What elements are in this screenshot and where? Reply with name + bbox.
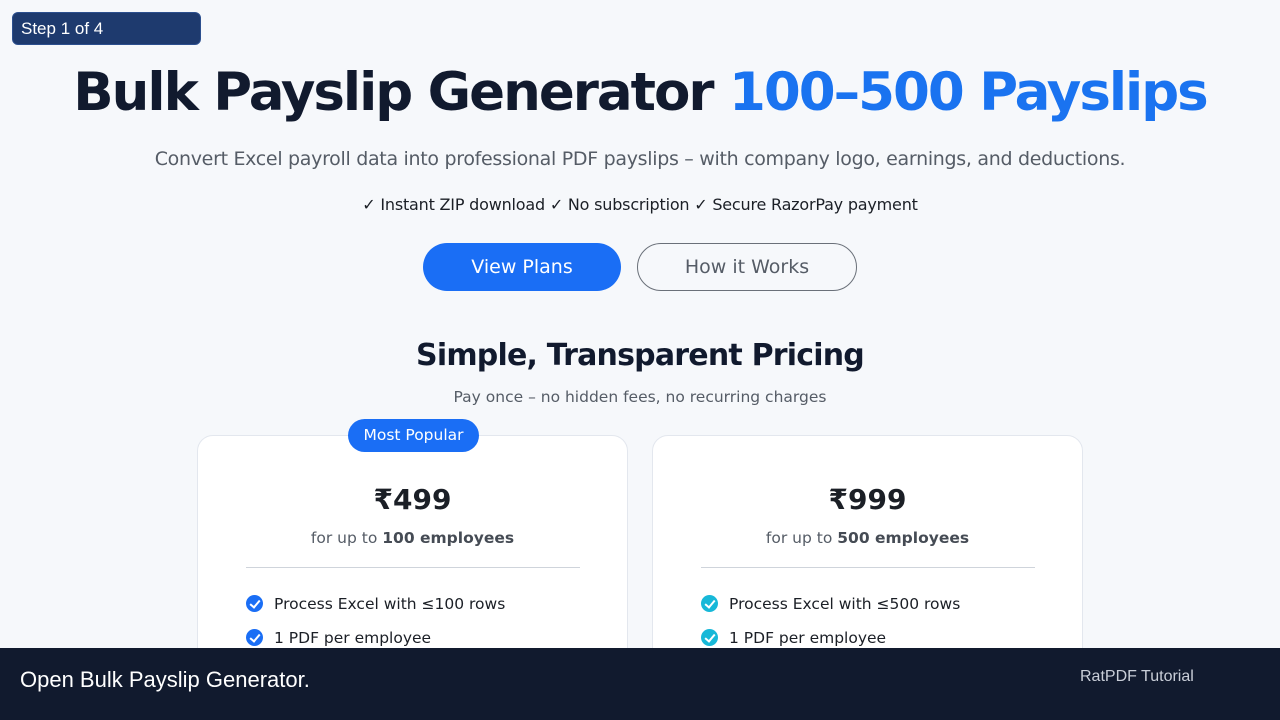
- check-circle-icon: [701, 629, 718, 646]
- plan-feature: Process Excel with ≤100 rows: [246, 595, 505, 615]
- check-circle-icon: [701, 595, 718, 612]
- hero-benefits: ✓ Instant ZIP download ✓ No subscription…: [362, 195, 918, 214]
- tutorial-caption: Open Bulk Payslip Generator.: [20, 667, 310, 692]
- plan-capacity-count: 500 employees: [837, 529, 970, 547]
- plan-feature-label: 1 PDF per employee: [274, 629, 432, 647]
- plan-price: ₹499: [373, 483, 452, 516]
- plan-feature-label: Process Excel with ≤500 rows: [729, 595, 961, 613]
- check-circle-icon: [246, 629, 263, 646]
- plan-feature: 1 PDF per employee: [246, 629, 431, 649]
- plan-feature: Process Excel with ≤500 rows: [701, 595, 960, 615]
- card-divider: [246, 567, 580, 568]
- step-indicator: Step 1 of 4: [12, 12, 201, 45]
- plan-capacity: for up to 100 employees: [198, 529, 627, 547]
- plan-feature: 1 PDF per employee: [701, 629, 886, 649]
- plan-capacity-prefix: for up to: [765, 529, 838, 547]
- hero-subtitle: Convert Excel payroll data into professi…: [154, 148, 1126, 170]
- hero-title-accent: 100–500 Payslips: [729, 62, 1209, 123]
- hero-title: Bulk Payslip Generator 100–500 Payslips: [0, 62, 1280, 123]
- card-divider: [701, 567, 1035, 568]
- plan-capacity-prefix: for up to: [310, 529, 383, 547]
- tutorial-brand: RatPDF Tutorial: [1080, 668, 1194, 685]
- most-popular-badge: Most Popular: [348, 419, 479, 452]
- plan-capacity: for up to 500 employees: [653, 529, 1082, 547]
- hero-title-main: Bulk Payslip Generator: [73, 62, 714, 123]
- pricing-subtitle: Pay once – no hidden fees, no recurring …: [453, 388, 827, 406]
- view-plans-button[interactable]: View Plans: [423, 243, 621, 291]
- plan-feature-label: Process Excel with ≤100 rows: [274, 595, 506, 613]
- how-it-works-button[interactable]: How it Works: [637, 243, 857, 291]
- plan-feature-label: 1 PDF per employee: [729, 629, 887, 647]
- tutorial-caption-bar: Open Bulk Payslip Generator. RatPDF Tuto…: [0, 648, 1280, 720]
- plan-capacity-count: 100 employees: [382, 529, 515, 547]
- pricing-title: Simple, Transparent Pricing: [416, 338, 865, 373]
- check-circle-icon: [246, 595, 263, 612]
- plan-price: ₹999: [828, 483, 907, 516]
